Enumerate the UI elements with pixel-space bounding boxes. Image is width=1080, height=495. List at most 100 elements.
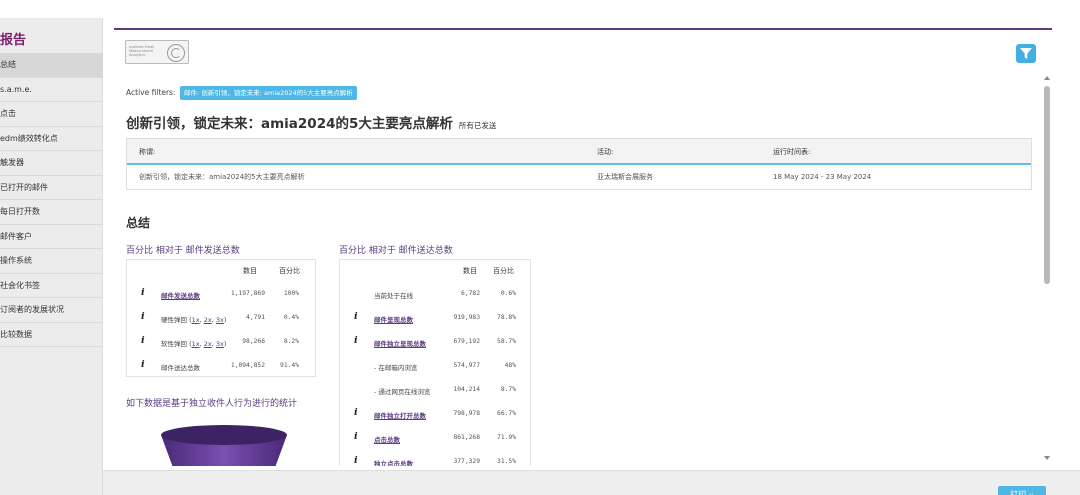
sidebar-item-social-bookmarks[interactable]: 社会化书签 bbox=[0, 274, 103, 298]
cell-campaign: 亚太瑞斯会展服务 bbox=[597, 173, 653, 181]
cell-title: 创新引领，锁定未来：amia2024的5大主要亮点解析 bbox=[139, 173, 305, 181]
brand-logo: Institute Email Measurement Analytics bbox=[125, 40, 189, 64]
delivered-stats-table: 数目 百分比 当前处于在线 6,782 0.6% i 邮件呈现总数 919,98… bbox=[339, 259, 531, 466]
info-icon[interactable]: i bbox=[141, 311, 145, 322]
active-filter-chip[interactable]: 邮件: 创新引领，锁定未来: amia2024的5大主要亮点解析 bbox=[180, 86, 357, 100]
info-icon[interactable]: i bbox=[354, 431, 358, 442]
stat-label-text: 硬性弹回 bbox=[161, 316, 187, 324]
bounce-link-3x[interactable]: 3x bbox=[216, 340, 224, 348]
scroll-thumb[interactable] bbox=[1044, 86, 1050, 284]
active-filters-label: Active filters: bbox=[126, 88, 176, 97]
stat-label: 硬性弹回 (1x, 2x, 3x) bbox=[161, 316, 227, 324]
info-icon[interactable]: i bbox=[141, 335, 145, 346]
stat-pct: 0.6% bbox=[500, 290, 516, 297]
stat-count: 919,983 bbox=[453, 314, 480, 321]
table-row: i 软性弹回 (1x, 2x, 3x) 98,266 8.2% bbox=[127, 330, 315, 354]
table-row: i 独立点击总数 377,329 31.5% bbox=[340, 450, 530, 466]
stat-pct: 48% bbox=[504, 362, 516, 369]
content-scrollbar[interactable] bbox=[1040, 72, 1054, 464]
bounce-link-1x[interactable]: 1x bbox=[192, 316, 200, 324]
stat-label-link[interactable]: 点击总数 bbox=[374, 434, 400, 444]
stat-label: - 通过网页在线浏览 bbox=[374, 388, 431, 396]
info-icon[interactable]: i bbox=[354, 311, 358, 322]
table-row: i 邮件独立打开总数 798,978 66.7% bbox=[340, 402, 530, 426]
cell-schedule: 18 May 2024 - 23 May 2024 bbox=[773, 173, 872, 181]
col-pct-header: 百分比 bbox=[493, 267, 514, 275]
stat-pct: 66.7% bbox=[497, 410, 516, 417]
scroll-down-icon[interactable] bbox=[1044, 456, 1050, 460]
sidebar-item-subscriber-growth[interactable]: 订阅者的发展状况 bbox=[0, 298, 103, 323]
bounce-link-2x[interactable]: 2x bbox=[204, 340, 212, 348]
info-icon[interactable]: i bbox=[141, 287, 145, 298]
stat-pct: 31.5% bbox=[497, 458, 516, 465]
table-row: - 在邮箱内浏览 574,977 48% bbox=[340, 354, 530, 378]
stat-label: - 在邮箱内浏览 bbox=[374, 364, 418, 372]
sidebar-item-clicks[interactable]: 点击 bbox=[0, 102, 103, 127]
col-count-header: 数目 bbox=[243, 267, 257, 275]
info-icon[interactable]: i bbox=[354, 335, 358, 346]
stat-count: 679,192 bbox=[453, 338, 480, 345]
stat-pct: 71.9% bbox=[497, 434, 516, 441]
stat-label: 邮件送达总数 bbox=[161, 364, 200, 372]
table-row: i 邮件送达总数 1,094,852 91.4% bbox=[127, 354, 315, 378]
bottom-toolbar: 打印 ·· bbox=[103, 470, 1080, 495]
filter-button[interactable] bbox=[1016, 44, 1036, 63]
stat-pct: 8.7% bbox=[500, 386, 516, 393]
stat-pct: 78.8% bbox=[497, 314, 516, 321]
unique-recipient-note: 如下数据是基于独立收件人行为进行的统计 bbox=[126, 399, 298, 409]
sidebar-item-edm-conversion[interactable]: edm绩效转化点 bbox=[0, 127, 103, 151]
sidebar-item-compare-data[interactable]: 比较数据 bbox=[0, 323, 103, 347]
bounce-link-2x[interactable]: 2x bbox=[204, 316, 212, 324]
sidebar-item-summary[interactable]: 总结 bbox=[0, 53, 103, 78]
stat-pct: 58.7% bbox=[497, 338, 516, 345]
table-row: i 邮件独立呈现总数 679,192 58.7% bbox=[340, 330, 530, 354]
sent-percent-title: 百分比 相对于 邮件发送总数 bbox=[126, 246, 240, 256]
stat-count: 6,782 bbox=[461, 290, 480, 297]
table-row: i 邮件发送总数 1,197,869 100% bbox=[127, 282, 315, 306]
sidebar-item-mail-clients[interactable]: 邮件客户 bbox=[0, 225, 103, 249]
funnel-rim bbox=[161, 425, 287, 445]
info-icon[interactable]: i bbox=[354, 455, 358, 466]
stat-pct: 91.4% bbox=[280, 362, 299, 369]
sidebar-item-same[interactable]: s.a.m.e. bbox=[0, 78, 103, 102]
info-table-header: 称谓: 活动: 运行时间表: bbox=[127, 139, 1031, 165]
stat-pct: 8.2% bbox=[283, 338, 299, 345]
delivered-percent-title: 百分比 相对于 邮件送达总数 bbox=[339, 246, 453, 256]
sidebar-title: 报告 bbox=[0, 33, 27, 48]
header-schedule: 运行时间表: bbox=[773, 148, 811, 156]
sidebar-item-opened-mails[interactable]: 已打开的邮件 bbox=[0, 176, 103, 200]
stat-count: 4,791 bbox=[246, 314, 265, 321]
stat-count: 377,329 bbox=[453, 458, 480, 465]
table-row: i 邮件呈现总数 919,983 78.8% bbox=[340, 306, 530, 330]
col-pct-header: 百分比 bbox=[279, 267, 300, 275]
sidebar: 报告 总结 s.a.m.e. 点击 edm绩效转化点 触发器 已打开的邮件 每日… bbox=[0, 18, 103, 495]
table-row: 当前处于在线 6,782 0.6% bbox=[340, 282, 530, 306]
page-subtitle: 所有已发送 bbox=[458, 121, 497, 130]
sidebar-item-operating-systems[interactable]: 操作系统 bbox=[0, 249, 103, 274]
stat-label-text: 软性弹回 bbox=[161, 340, 187, 348]
sidebar-item-triggers[interactable]: 触发器 bbox=[0, 151, 103, 176]
scroll-up-icon[interactable] bbox=[1044, 76, 1050, 80]
sidebar-item-daily-opens[interactable]: 每日打开数 bbox=[0, 200, 103, 225]
stat-count: 1,197,869 bbox=[230, 290, 265, 297]
sent-stats-table: 数目 百分比 i 邮件发送总数 1,197,869 100% i 硬性弹回 (1… bbox=[126, 259, 316, 377]
stat-count: 1,094,852 bbox=[230, 362, 265, 369]
table-row: i 硬性弹回 (1x, 2x, 3x) 4,791 0.4% bbox=[127, 306, 315, 330]
bounce-link-3x[interactable]: 3x bbox=[216, 316, 224, 324]
sidebar-list: 总结 s.a.m.e. 点击 edm绩效转化点 触发器 已打开的邮件 每日打开数… bbox=[0, 53, 103, 347]
bounce-link-1x[interactable]: 1x bbox=[192, 340, 200, 348]
stat-label-link[interactable]: 独立点击总数 bbox=[374, 458, 413, 466]
stat-label-link[interactable]: 邮件发送总数 bbox=[161, 290, 200, 300]
header-campaign: 活动: bbox=[597, 148, 614, 156]
stat-pct: 100% bbox=[283, 290, 299, 297]
stat-count: 104,214 bbox=[453, 386, 480, 393]
campaign-info-table: 称谓: 活动: 运行时间表: 创新引领，锁定未来：amia2024的5大主要亮点… bbox=[126, 138, 1032, 190]
info-icon[interactable]: i bbox=[141, 359, 145, 370]
stat-label-link[interactable]: 邮件呈现总数 bbox=[374, 314, 413, 324]
stat-label-link[interactable]: 邮件独立打开总数 bbox=[374, 410, 426, 420]
info-icon[interactable]: i bbox=[354, 407, 358, 418]
stat-label-link[interactable]: 邮件独立呈现总数 bbox=[374, 338, 426, 348]
stat-count: 98,266 bbox=[242, 338, 265, 345]
page-title: 创新引领，锁定未来：amia2024的5大主要亮点解析 所有已发送 bbox=[126, 112, 496, 132]
print-button[interactable]: 打印 ·· bbox=[998, 486, 1046, 495]
